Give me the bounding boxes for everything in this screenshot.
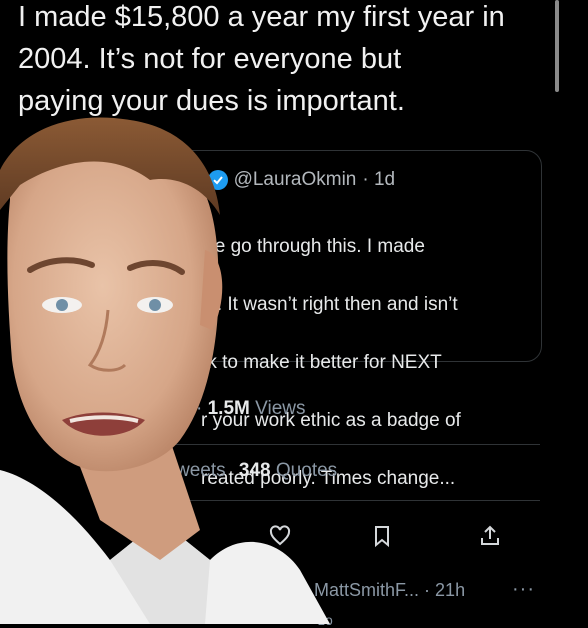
views-count: 1.5M <box>207 398 250 419</box>
quoted-line: rk to make it better for NEXT <box>201 352 442 373</box>
bookmark-button[interactable] <box>364 518 400 554</box>
bookmark-icon <box>375 526 389 548</box>
quoted-author-name: n <box>191 169 202 190</box>
like-button[interactable] <box>262 518 298 554</box>
quoted-tweet-header: n @LauraOkmin · 1d <box>191 169 395 191</box>
reply-author[interactable]: MattSmithF... <box>314 580 419 600</box>
verified-badge-icon <box>207 170 228 190</box>
views-separator: · <box>196 398 203 419</box>
quotes-label[interactable]: Quotes <box>276 460 337 481</box>
reply-text-fragment: zo <box>318 612 333 628</box>
quotes-count[interactable]: 348 <box>239 460 271 481</box>
share-icon <box>481 525 499 545</box>
share-button[interactable] <box>472 518 508 554</box>
heart-icon <box>269 525 291 546</box>
quoted-line: we go through this. I made <box>201 236 425 257</box>
quoted-tweet-card[interactable]: n @LauraOkmin · 1d we go through this. I… <box>150 150 542 489</box>
tweet-action-bar <box>260 518 540 554</box>
views-label: Views <box>255 398 306 419</box>
engagement-stats: weets 348 Quotes <box>150 460 540 482</box>
divider <box>150 500 540 501</box>
quoted-line: nt. It wasn’t right then and isn’t <box>201 294 458 315</box>
divider <box>150 444 540 445</box>
retweets-label[interactable]: weets <box>150 460 226 481</box>
tweet-text: I made $15,800 a year my first year in 2… <box>18 1 505 117</box>
quoted-author-handle[interactable]: @LauraOkmin <box>234 169 357 191</box>
quoted-tweet-age: · 1d <box>362 169 396 190</box>
views-stat: · 1.5M Views <box>150 398 540 420</box>
reply-header[interactable]: MattSmithF... · 21h <box>314 580 465 601</box>
reply-age: · 21h <box>424 580 466 600</box>
more-options-icon[interactable]: ··· <box>512 578 535 601</box>
